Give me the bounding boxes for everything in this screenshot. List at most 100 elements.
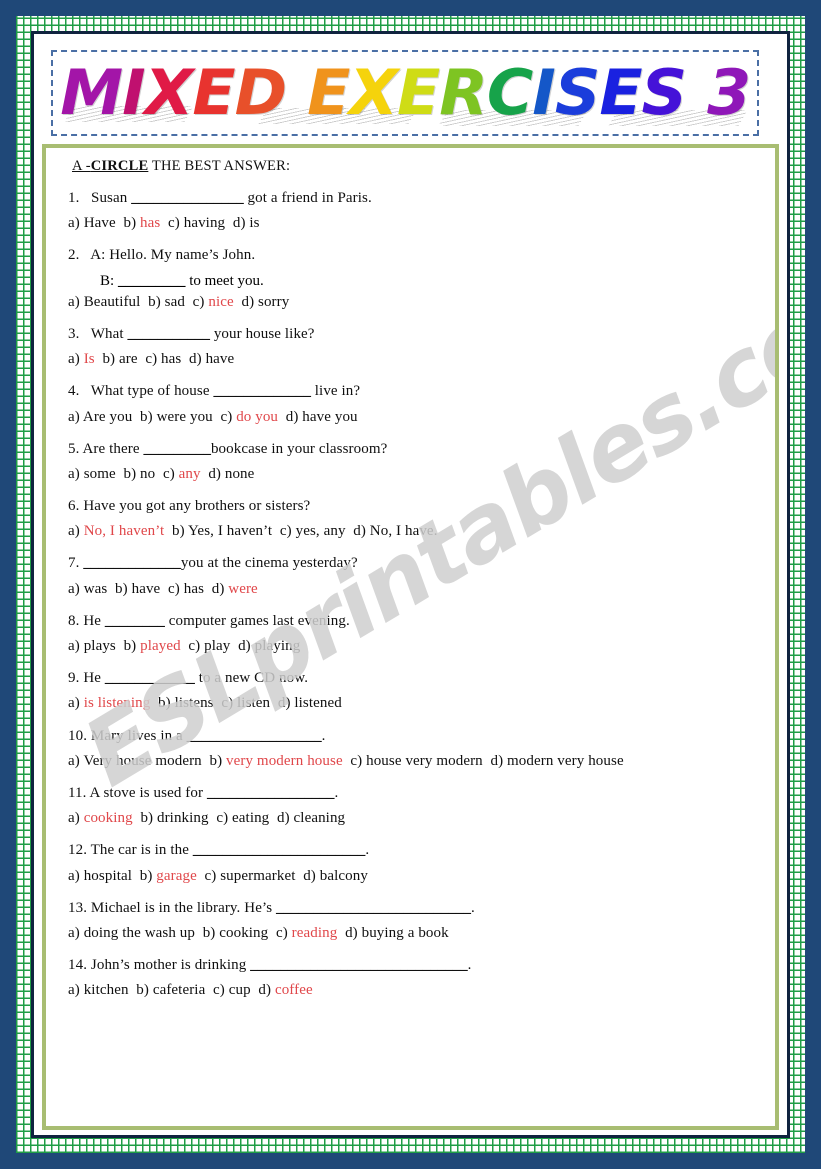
option-text[interactable]: has: [161, 351, 181, 367]
option-label[interactable]: b): [102, 351, 119, 367]
option-label[interactable]: c): [216, 810, 232, 826]
option-text-correct[interactable]: No, I haven’t: [84, 523, 165, 539]
answer-blank[interactable]: ________: [105, 613, 165, 629]
option-label[interactable]: b): [148, 294, 165, 310]
option-label[interactable]: c): [213, 982, 229, 998]
option-text[interactable]: was: [84, 581, 108, 597]
option-text[interactable]: has: [184, 581, 204, 597]
option-text[interactable]: cooking: [219, 925, 268, 941]
option-label[interactable]: b): [124, 638, 141, 654]
option-label[interactable]: c): [205, 868, 221, 884]
option-label[interactable]: d): [303, 868, 320, 884]
option-label[interactable]: c): [145, 351, 161, 367]
option-text[interactable]: some: [84, 466, 116, 482]
option-text[interactable]: No, I have.: [370, 523, 438, 539]
option-label[interactable]: d): [490, 753, 507, 769]
option-text-correct[interactable]: played: [140, 638, 181, 654]
option-label[interactable]: d): [208, 466, 225, 482]
option-text[interactable]: Are you: [83, 409, 132, 425]
answer-blank[interactable]: ____________: [105, 670, 195, 686]
option-text[interactable]: Very house modern: [83, 753, 201, 769]
option-text-correct[interactable]: cooking: [84, 810, 133, 826]
option-label[interactable]: c): [276, 925, 292, 941]
option-label[interactable]: c): [188, 638, 204, 654]
answer-blank[interactable]: _________: [143, 441, 211, 457]
answer-blank[interactable]: _______________________: [193, 842, 366, 858]
option-label[interactable]: c): [350, 753, 366, 769]
option-label[interactable]: a): [68, 351, 84, 367]
option-label[interactable]: d): [189, 351, 206, 367]
option-label[interactable]: b): [140, 409, 157, 425]
option-label[interactable]: d): [212, 581, 229, 597]
option-label[interactable]: b): [123, 215, 140, 231]
option-text[interactable]: sad: [165, 294, 185, 310]
option-text[interactable]: is: [249, 215, 259, 231]
option-label[interactable]: a): [68, 294, 84, 310]
option-label[interactable]: a): [68, 868, 84, 884]
option-text[interactable]: sorry: [258, 294, 289, 310]
option-label[interactable]: d): [286, 409, 303, 425]
option-label[interactable]: a): [68, 409, 83, 425]
option-text[interactable]: have: [206, 351, 235, 367]
option-text-correct[interactable]: is listening: [84, 695, 151, 711]
option-text[interactable]: are: [119, 351, 138, 367]
option-label[interactable]: b): [140, 810, 157, 826]
option-label[interactable]: b): [209, 753, 226, 769]
option-label[interactable]: c): [168, 581, 184, 597]
option-text[interactable]: playing: [255, 638, 301, 654]
option-label[interactable]: d): [233, 215, 250, 231]
option-label[interactable]: d): [238, 638, 255, 654]
answer-blank[interactable]: _____________: [213, 383, 311, 399]
option-text-correct[interactable]: nice: [208, 294, 233, 310]
option-label[interactable]: a): [68, 810, 84, 826]
option-text[interactable]: kitchen: [84, 982, 129, 998]
option-text[interactable]: listened: [294, 695, 341, 711]
option-label[interactable]: a): [68, 638, 84, 654]
option-label[interactable]: c): [168, 215, 184, 231]
option-label[interactable]: d): [277, 810, 294, 826]
option-label[interactable]: d): [345, 925, 362, 941]
option-text[interactable]: cafeteria: [153, 982, 206, 998]
option-label[interactable]: b): [123, 466, 140, 482]
answer-blank[interactable]: ___________: [127, 326, 210, 342]
option-text-correct[interactable]: Is: [84, 351, 95, 367]
option-text[interactable]: Have: [84, 215, 116, 231]
option-label[interactable]: a): [68, 982, 84, 998]
option-label[interactable]: d): [241, 294, 258, 310]
option-text[interactable]: yes, any: [296, 523, 346, 539]
option-text[interactable]: have you: [302, 409, 357, 425]
answer-blank[interactable]: _________: [118, 273, 186, 289]
option-text-correct[interactable]: very modern house: [226, 753, 343, 769]
option-text[interactable]: play: [204, 638, 230, 654]
option-text-correct[interactable]: has: [140, 215, 160, 231]
option-label[interactable]: c): [221, 695, 237, 711]
option-text[interactable]: having: [184, 215, 225, 231]
option-text[interactable]: have: [132, 581, 161, 597]
option-label[interactable]: a): [68, 523, 84, 539]
option-text-correct[interactable]: garage: [156, 868, 197, 884]
answer-blank[interactable]: _____________________________: [250, 957, 468, 973]
answer-blank[interactable]: _____________: [83, 555, 181, 571]
option-text[interactable]: cup: [229, 982, 251, 998]
answer-blank[interactable]: __________________________: [276, 900, 471, 916]
option-text[interactable]: Yes, I haven’t: [188, 523, 272, 539]
option-label[interactable]: d): [258, 982, 275, 998]
option-text[interactable]: buying a book: [362, 925, 449, 941]
answer-blank[interactable]: _________________: [207, 785, 335, 801]
option-text[interactable]: drinking: [157, 810, 209, 826]
option-text[interactable]: hospital: [84, 868, 132, 884]
option-text[interactable]: listen: [237, 695, 270, 711]
option-text[interactable]: doing the wash up: [84, 925, 195, 941]
option-text[interactable]: plays: [84, 638, 116, 654]
option-text[interactable]: modern very house: [507, 753, 624, 769]
option-text-correct[interactable]: coffee: [275, 982, 313, 998]
option-text[interactable]: house very modern: [366, 753, 483, 769]
option-label[interactable]: c): [163, 466, 179, 482]
option-label[interactable]: d): [353, 523, 370, 539]
option-text[interactable]: listens: [175, 695, 214, 711]
option-text[interactable]: Beautiful: [84, 294, 141, 310]
answer-blank[interactable]: __________________: [187, 728, 322, 744]
option-label[interactable]: a): [68, 753, 83, 769]
option-text-correct[interactable]: do you: [236, 409, 278, 425]
option-label[interactable]: b): [115, 581, 132, 597]
